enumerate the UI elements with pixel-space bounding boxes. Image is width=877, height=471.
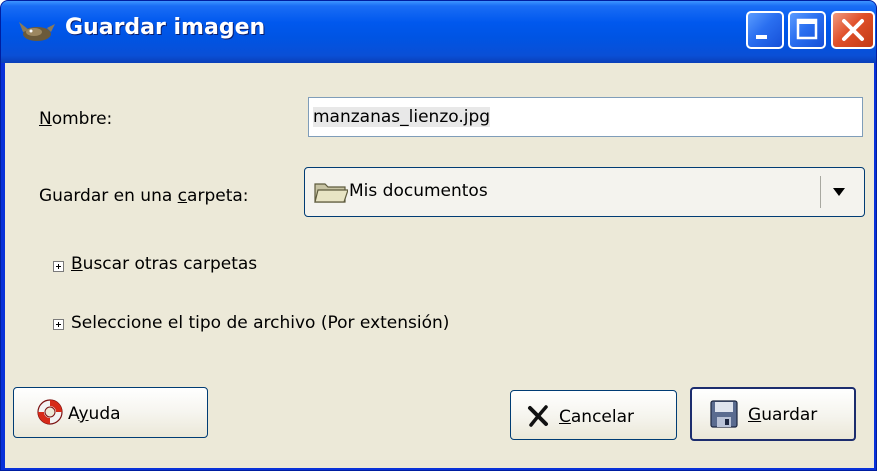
gimp-wilber-icon [19, 22, 55, 41]
lifebuoy-icon [37, 399, 63, 425]
minimize-icon [756, 35, 767, 39]
folder-value: Mis documentos [349, 181, 488, 201]
folder-label: Guardar en una carpeta: [39, 186, 249, 206]
title-bar[interactable]: Guardar imagen [1, 1, 876, 63]
cancel-button[interactable]: Cancelar [510, 390, 677, 440]
window-title: Guardar imagen [65, 15, 266, 40]
maximize-button[interactable] [788, 11, 826, 49]
folder-combo[interactable]: Mis documentos [304, 167, 865, 217]
help-button[interactable]: Ayuda [13, 387, 208, 438]
save-button-label: Guardar [748, 405, 818, 425]
browse-folders-expander[interactable]: Buscar otras carpetas [71, 254, 257, 274]
folder-icon [314, 183, 348, 203]
close-button[interactable] [831, 11, 875, 49]
floppy-disk-icon [710, 400, 738, 428]
minimize-button[interactable] [746, 11, 784, 49]
chevron-down-icon[interactable] [831, 186, 847, 198]
close-icon [842, 19, 864, 41]
expand-browse-icon[interactable] [53, 261, 64, 272]
filename-input[interactable]: manzanas_lienzo.jpg [308, 97, 863, 137]
maximize-icon [796, 18, 818, 40]
file-type-expander[interactable]: Seleccione el tipo de archivo (Por exten… [71, 313, 449, 333]
name-label: Nombre: [39, 109, 113, 129]
x-cancel-icon [528, 405, 548, 427]
save-image-dialog: Guardar imagen Nombre: manzanas_lienzo.j… [0, 0, 877, 471]
filename-value: manzanas_lienzo.jpg [313, 107, 491, 127]
combo-separator [820, 176, 821, 208]
save-button[interactable]: Guardar [690, 387, 856, 441]
cancel-button-label: Cancelar [559, 407, 635, 427]
help-button-label: Ayuda [68, 404, 121, 424]
dialog-body: Nombre: manzanas_lienzo.jpg Guardar en u… [5, 63, 874, 468]
expand-filetype-icon[interactable] [53, 319, 64, 330]
